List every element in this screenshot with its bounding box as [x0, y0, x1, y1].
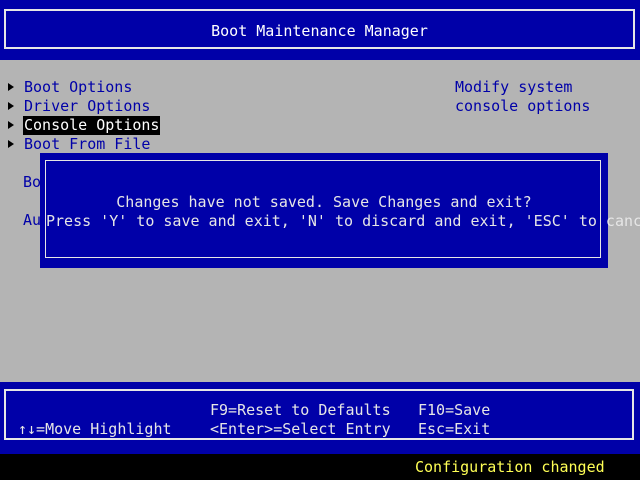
title-frame: Boot Maintenance Manager: [4, 9, 635, 49]
hint-move-highlight: ↑↓=Move Highlight: [18, 420, 172, 438]
menu-item-label-selected: Console Options: [23, 116, 161, 135]
arrow-right-icon: [8, 121, 14, 129]
title-band: Boot Maintenance Manager: [0, 0, 640, 60]
status-bar: Configuration changed: [0, 454, 640, 480]
hint-reset-defaults: F9=Reset to Defaults: [210, 401, 391, 419]
help-text: Modify system console options: [455, 78, 591, 115]
status-message: Configuration changed: [415, 458, 605, 476]
save-confirm-dialog: Changes have not saved. Save Changes and…: [40, 153, 640, 268]
obscured-menu-item[interactable]: Bo: [23, 173, 41, 192]
dialog-frame: Changes have not saved. Save Changes and…: [45, 160, 640, 258]
hint-save: F10=Save: [418, 401, 491, 419]
menu-item-console-options[interactable]: Console Options: [8, 116, 161, 135]
obscured-menu-item[interactable]: Au: [23, 211, 41, 230]
menu-item-label: Driver Options: [24, 97, 151, 115]
menu-item-boot-options[interactable]: Boot Options: [8, 78, 132, 97]
page-title: Boot Maintenance Manager: [211, 22, 428, 40]
menu-item-driver-options[interactable]: Driver Options: [8, 97, 150, 116]
arrow-right-icon: [8, 140, 14, 148]
hint-select-entry: <Enter>=Select Entry: [210, 420, 391, 438]
key-hints-frame: ↑↓=Move Highlight F9=Reset to Defaults <…: [4, 389, 634, 440]
dialog-instructions: Press 'Y' to save and exit, 'N' to disca…: [46, 212, 640, 230]
dialog-message: Changes have not saved. Save Changes and…: [116, 193, 532, 211]
arrow-right-icon: [8, 102, 14, 110]
hint-exit: Esc=Exit: [418, 420, 491, 438]
footer-band: ↑↓=Move Highlight F9=Reset to Defaults <…: [0, 382, 640, 454]
menu-item-boot-from-file[interactable]: Boot From File: [8, 135, 150, 154]
menu-item-label: Boot From File: [24, 135, 151, 153]
menu-item-label: Boot Options: [24, 78, 133, 96]
arrow-right-icon: [8, 83, 14, 91]
